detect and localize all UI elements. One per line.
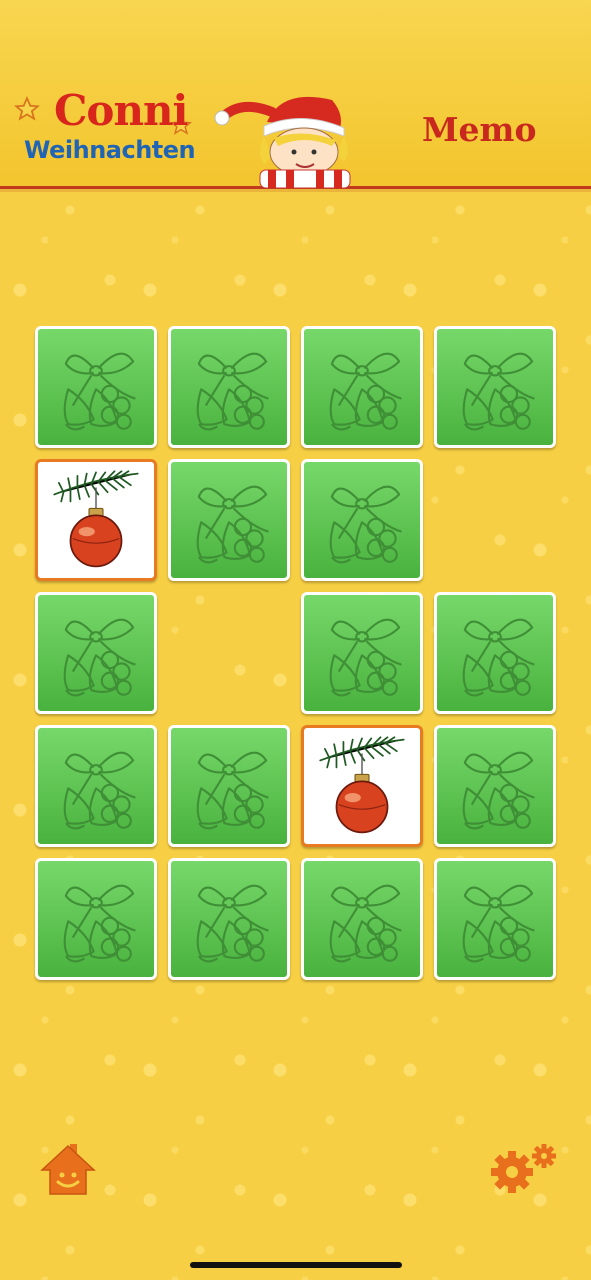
bells-bow-icon bbox=[196, 751, 269, 830]
memo-card-hidden[interactable] bbox=[434, 725, 556, 847]
christmas-ornament-icon bbox=[319, 736, 405, 834]
star-icon bbox=[14, 96, 40, 121]
memo-card-hidden[interactable] bbox=[35, 725, 157, 847]
bells-bow-icon bbox=[63, 751, 136, 830]
memo-card-hidden[interactable] bbox=[301, 592, 423, 714]
bells-bow-icon bbox=[63, 352, 136, 431]
home-icon bbox=[40, 1144, 96, 1195]
memo-card-revealed[interactable] bbox=[301, 725, 423, 847]
bells-bow-icon bbox=[329, 618, 402, 697]
bells-bow-icon bbox=[63, 618, 136, 697]
memo-card-hidden[interactable] bbox=[168, 725, 290, 847]
memo-card-hidden[interactable] bbox=[168, 459, 290, 581]
logo-weihnachten-text: Weihnachten bbox=[24, 136, 196, 164]
memo-card-revealed[interactable] bbox=[35, 459, 157, 581]
gear-icon bbox=[491, 1144, 556, 1193]
bells-bow-icon bbox=[329, 884, 402, 963]
bells-bow-icon bbox=[196, 884, 269, 963]
memo-card-hidden[interactable] bbox=[301, 858, 423, 980]
memo-card-hidden[interactable] bbox=[168, 858, 290, 980]
memo-card-hidden[interactable] bbox=[35, 326, 157, 448]
bells-bow-icon bbox=[462, 884, 535, 963]
memo-card-hidden[interactable] bbox=[301, 459, 423, 581]
page-title: Memo bbox=[422, 110, 537, 149]
bells-bow-icon bbox=[462, 618, 535, 697]
conni-santa-hat-icon bbox=[214, 96, 351, 188]
bells-bow-icon bbox=[462, 751, 535, 830]
logo-conni-text: Conni bbox=[54, 86, 188, 135]
bells-bow-icon bbox=[196, 352, 269, 431]
bells-bow-icon bbox=[63, 884, 136, 963]
memo-card-hidden[interactable] bbox=[301, 326, 423, 448]
memo-card-hidden[interactable] bbox=[35, 858, 157, 980]
memo-card-hidden[interactable] bbox=[434, 592, 556, 714]
bells-bow-icon bbox=[196, 485, 269, 564]
memo-card-hidden[interactable] bbox=[434, 858, 556, 980]
memo-card-hidden[interactable] bbox=[35, 592, 157, 714]
header-bar: Conni Weihnachten Memo bbox=[0, 0, 591, 189]
home-button[interactable] bbox=[40, 1140, 96, 1196]
bells-bow-icon bbox=[329, 485, 402, 564]
home-indicator bbox=[190, 1262, 402, 1268]
memo-card-hidden[interactable] bbox=[434, 326, 556, 448]
app-logo: Conni Weihnachten bbox=[14, 84, 224, 174]
memo-card-hidden[interactable] bbox=[168, 326, 290, 448]
bells-bow-icon bbox=[329, 352, 402, 431]
settings-button[interactable] bbox=[488, 1142, 558, 1194]
bells-bow-icon bbox=[462, 352, 535, 431]
christmas-ornament-icon bbox=[53, 470, 139, 568]
